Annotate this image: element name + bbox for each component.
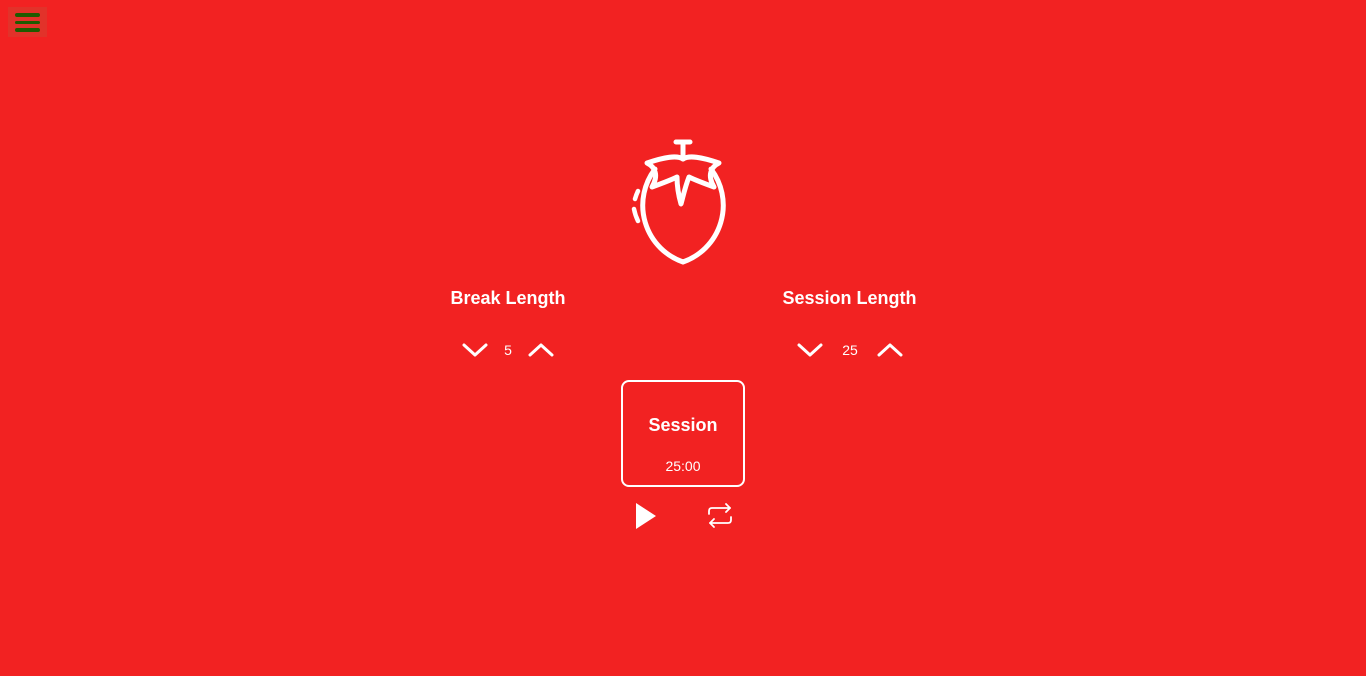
timer-label: Session [648, 415, 718, 435]
chevron-down-icon [462, 343, 488, 357]
break-length-value: 5 [504, 342, 512, 358]
play-button[interactable] [630, 500, 660, 532]
timer-time: 25:00 [665, 458, 701, 474]
chevron-down-icon [797, 343, 823, 357]
session-increment-button[interactable] [875, 337, 905, 363]
break-length-title: Break Length [450, 288, 566, 308]
repeat-icon [708, 503, 732, 528]
reset-button[interactable] [704, 502, 736, 530]
menu-bar [15, 13, 40, 17]
menu-bar [15, 20, 40, 24]
break-increment-button[interactable] [526, 337, 556, 363]
session-length-title: Session Length [782, 288, 917, 308]
break-length-controls: 5 [460, 336, 556, 364]
timer-display: Session 25:00 [621, 380, 745, 487]
tomato-icon [631, 139, 726, 265]
session-length-value: 25 [842, 342, 858, 358]
session-length-controls: 25 [795, 336, 905, 364]
chevron-up-icon [528, 343, 554, 357]
chevron-up-icon [877, 343, 903, 357]
session-decrement-button[interactable] [795, 337, 825, 363]
menu-button[interactable] [8, 7, 47, 37]
break-decrement-button[interactable] [460, 337, 490, 363]
play-icon [636, 503, 656, 529]
menu-bar [15, 28, 40, 32]
